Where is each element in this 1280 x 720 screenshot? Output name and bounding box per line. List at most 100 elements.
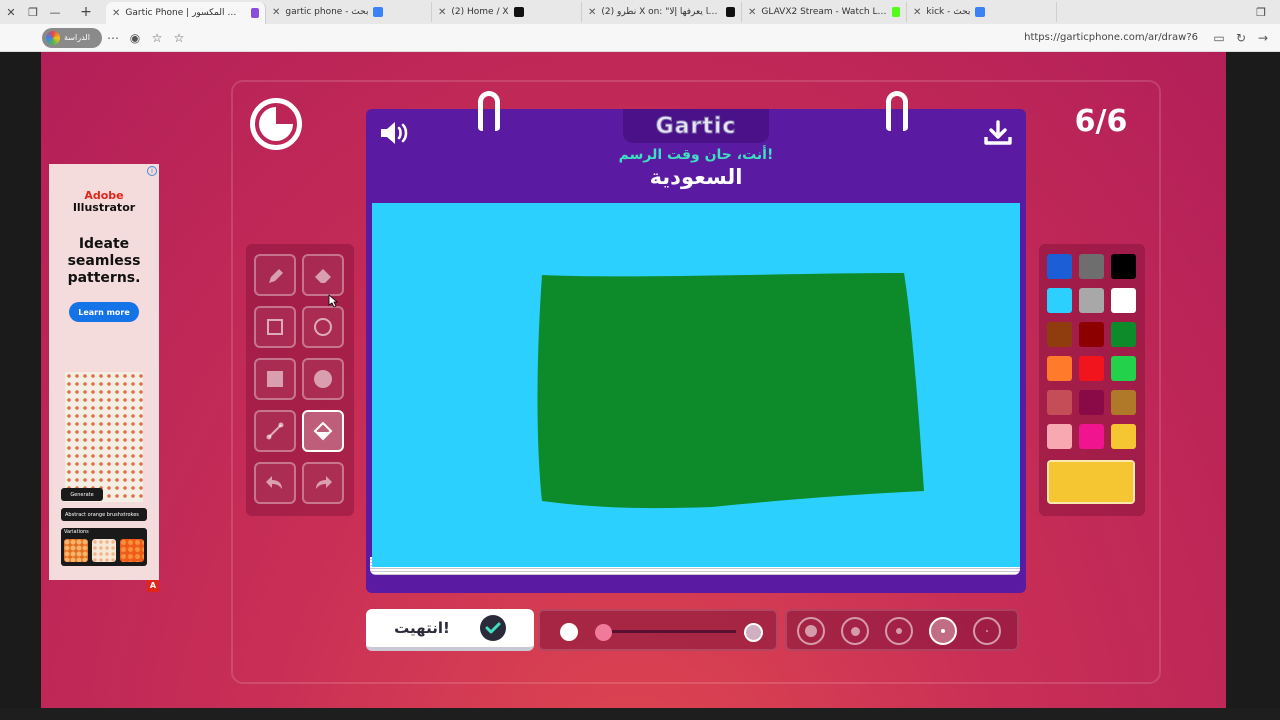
tab-title: gartic phone - بحث: [285, 7, 369, 17]
tab-title: (2) Home / X: [451, 7, 509, 17]
color-swatch[interactable]: [1079, 322, 1104, 347]
color-swatch[interactable]: [1111, 254, 1136, 279]
refresh-icon[interactable]: ↻: [1230, 31, 1252, 45]
new-tab-button[interactable]: +: [66, 4, 106, 20]
tab-favicon-icon: [975, 7, 986, 17]
color-swatch[interactable]: [1079, 288, 1104, 313]
browser-tab[interactable]: ✕ GLAVX2 Stream - Watch Live on K: [742, 2, 907, 22]
color-swatch[interactable]: [1111, 288, 1136, 313]
fill-tool[interactable]: [302, 410, 344, 452]
eraser-tool[interactable]: [302, 254, 344, 296]
color-swatch[interactable]: [1111, 424, 1136, 449]
tab-favicon-icon: [513, 7, 524, 17]
ad-variation-2: [92, 539, 116, 562]
tab-close-icon[interactable]: ✕: [913, 7, 921, 18]
tab-close-icon[interactable]: ✕: [272, 7, 280, 18]
color-swatch[interactable]: [1047, 288, 1072, 313]
browser-tab[interactable]: ✕ (2) Home / X: [432, 2, 582, 22]
current-color-swatch: [1047, 460, 1135, 504]
rectangle-fill-tool[interactable]: [254, 358, 296, 400]
browser-tab-bar: ✕ ❐ — + ✕ Gartic Phone | لعبة الهاتف المك…: [0, 0, 1280, 24]
favorites-star-icon[interactable]: ☆: [168, 31, 190, 45]
brush-size-option[interactable]: [885, 617, 913, 645]
tab-close-icon[interactable]: ✕: [748, 7, 756, 18]
color-swatch[interactable]: [1079, 254, 1104, 279]
pencil-tool[interactable]: [254, 254, 296, 296]
color-swatch[interactable]: [1111, 390, 1136, 415]
download-icon[interactable]: [982, 119, 1014, 147]
opacity-track[interactable]: [596, 630, 736, 633]
brush-size-option[interactable]: [973, 617, 1001, 645]
brush-size-dot-icon: [850, 626, 860, 636]
line-icon: [266, 422, 284, 440]
address-bar-row: الدراسة ⋯ ◉ ☆ ☆ https://garticphone.com/…: [0, 24, 1280, 52]
url-field[interactable]: https://garticphone.com/ar/draw?6: [1024, 32, 1198, 43]
extension-icon[interactable]: ◉: [124, 31, 146, 45]
draw-prompt-subtitle: أنت، حان وقت الرسم!: [618, 147, 774, 163]
tab-title: (2) نطرو X on: "٦ منهم ما يعرفها إلا: [601, 7, 721, 17]
window-close-icon[interactable]: ✕: [0, 6, 22, 19]
ad-banner[interactable]: i Adobe Illustrator Ideate seamless patt…: [49, 164, 159, 592]
color-swatch[interactable]: [1047, 254, 1072, 279]
brush-size-selector: [785, 609, 1019, 651]
ad-learn-more-button[interactable]: Learn more: [69, 302, 139, 322]
line-tool[interactable]: [254, 410, 296, 452]
rectangle-outline-tool[interactable]: [254, 306, 296, 348]
notebook-header: Gartic أنت، حان وقت الرسم! السعودية: [366, 91, 1026, 199]
browser-tab[interactable]: ✕ (2) نطرو X on: "٦ منهم ما يعرفها إلا: [582, 2, 742, 22]
color-swatch[interactable]: [1047, 390, 1072, 415]
opacity-slider[interactable]: [538, 609, 778, 651]
square-outline-icon: [267, 319, 283, 335]
ellipse-outline-tool[interactable]: [302, 306, 344, 348]
redo-tool[interactable]: [302, 462, 344, 504]
ad-generate-button[interactable]: Generate: [61, 488, 103, 501]
opacity-knob[interactable]: [595, 624, 612, 641]
ad-info-icon[interactable]: i: [147, 166, 157, 176]
ellipse-fill-tool[interactable]: [302, 358, 344, 400]
color-swatch[interactable]: [1079, 390, 1104, 415]
color-swatch[interactable]: [1047, 424, 1072, 449]
tab-close-icon[interactable]: ✕: [438, 7, 446, 18]
more-options-icon[interactable]: ⋯: [102, 31, 124, 45]
opacity-min-icon: [560, 623, 578, 641]
notebook-ring-left: [478, 91, 500, 131]
brush-size-option[interactable]: [797, 617, 825, 645]
draw-word: السعودية: [649, 165, 743, 189]
speaker-icon[interactable]: [378, 119, 414, 147]
color-swatch[interactable]: [1079, 424, 1104, 449]
ad-variations-label: Variations: [64, 529, 89, 535]
done-button[interactable]: انتهيت!: [366, 609, 534, 651]
undo-tool[interactable]: [254, 462, 296, 504]
ad-variation-3: [120, 539, 144, 562]
brush-size-option[interactable]: [929, 617, 957, 645]
color-swatch[interactable]: [1111, 356, 1136, 381]
ad-choices-badge[interactable]: A: [147, 580, 159, 592]
tab-close-icon[interactable]: ✕: [588, 7, 596, 18]
tab-overview-icon[interactable]: ❐: [1250, 6, 1272, 19]
collections-icon[interactable]: ☆: [146, 31, 168, 45]
game-page: i Adobe Illustrator Ideate seamless patt…: [41, 52, 1226, 708]
drawing-canvas[interactable]: [372, 203, 1020, 567]
ad-prompt-text: Abstract orange brushstrokes: [61, 508, 147, 521]
brush-size-option[interactable]: [841, 617, 869, 645]
browser-tab[interactable]: ✕ gartic phone - بحث: [266, 2, 432, 22]
forward-icon[interactable]: →: [1252, 31, 1274, 45]
tab-close-icon[interactable]: ✕: [112, 8, 120, 19]
profile-button[interactable]: الدراسة: [42, 27, 102, 48]
color-swatch[interactable]: [1047, 322, 1072, 347]
logo-tab: Gartic: [623, 109, 769, 143]
opacity-max-icon: [744, 623, 763, 642]
browser-tab[interactable]: ✕ Gartic Phone | لعبة الهاتف المكسور: [106, 2, 266, 24]
tab-title: GLAVX2 Stream - Watch Live on K: [761, 7, 886, 17]
profile-avatar-icon: [46, 30, 60, 45]
tab-title: Gartic Phone | لعبة الهاتف المكسور: [125, 8, 245, 18]
color-swatch[interactable]: [1111, 322, 1136, 347]
color-swatch[interactable]: [1079, 356, 1104, 381]
reader-icon[interactable]: ▭: [1208, 31, 1230, 45]
color-swatch[interactable]: [1047, 356, 1072, 381]
browser-tab[interactable]: ✕ kick - بحث: [907, 2, 1057, 22]
window-minimize-icon[interactable]: —: [44, 6, 66, 19]
ad-variations: Variations: [61, 528, 147, 566]
brush-size-dot-icon: [941, 629, 945, 633]
window-restore-icon[interactable]: ❐: [22, 6, 44, 19]
